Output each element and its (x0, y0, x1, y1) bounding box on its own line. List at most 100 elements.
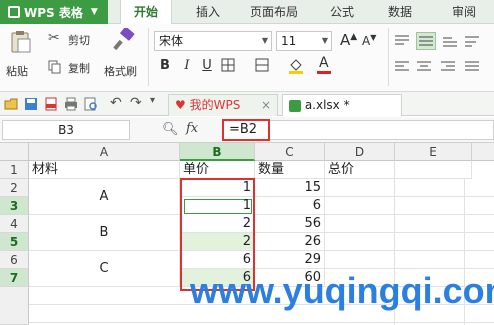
name-box[interactable]: B3 (2, 120, 130, 140)
font-color-button[interactable]: A (316, 55, 334, 75)
paste-icon (11, 31, 31, 53)
redo-button[interactable]: ↷ (130, 95, 142, 111)
cut-button[interactable]: ✂ 剪切 (48, 30, 100, 48)
justify-icon (465, 61, 479, 71)
align-left-icon (395, 61, 409, 71)
tab-page-layout[interactable]: 页面布局 (244, 0, 304, 24)
cell-e1[interactable] (395, 161, 472, 179)
format-painter-button[interactable]: 格式刷 (104, 28, 144, 80)
align-middle-icon (419, 36, 433, 46)
bold-button[interactable]: B (156, 57, 174, 75)
wps-spreadsheet-window: WPS 表格 ▼ 开始 插入 页面布局 公式 数据 审阅 粘贴 ✂ 剪切 复制 … (0, 0, 494, 325)
column-header-b[interactable]: B (180, 143, 255, 161)
increase-arrow-icon: ▲ (350, 32, 358, 42)
column-header-d[interactable]: D (325, 143, 395, 161)
spreadsheet-file-icon (289, 99, 301, 112)
cell-c5[interactable]: 26 (255, 233, 325, 251)
open-folder-button[interactable] (4, 97, 18, 111)
cell-d1[interactable]: 总价 (325, 161, 395, 179)
tab-insert[interactable]: 插入 (186, 0, 230, 24)
paste-label: 粘贴 (6, 65, 28, 78)
tab-review[interactable]: 审阅 (442, 0, 486, 24)
cell-a4-merged[interactable]: B (29, 215, 180, 251)
folder-icon (4, 98, 18, 110)
tab-data[interactable]: 数据 (380, 0, 420, 24)
cell-b1[interactable]: 单价 (180, 161, 255, 179)
row-header-1[interactable]: 1 (0, 161, 29, 179)
fill-color-button[interactable] (288, 57, 306, 75)
tab-formulas[interactable]: 公式 (322, 0, 362, 24)
shrink-font-button[interactable]: A▼ (362, 33, 376, 48)
brush-icon (113, 28, 135, 51)
align-center-icon (417, 61, 431, 71)
cell-c2[interactable]: 15 (255, 179, 325, 197)
align-center-button[interactable] (416, 60, 432, 74)
row-header-7[interactable]: 7 (0, 269, 29, 287)
zoom-icon[interactable]: 🔍︎ (162, 122, 179, 137)
merge-cells-icon (255, 58, 269, 72)
cell-c4[interactable]: 56 (255, 215, 325, 233)
cell-a2-merged[interactable]: A (29, 179, 180, 215)
cell-a1[interactable]: 材料 (29, 161, 180, 179)
wps-heart-icon: ♥ (175, 98, 186, 112)
align-right-button[interactable] (440, 60, 456, 74)
align-bottom-button[interactable] (442, 34, 458, 48)
row-header-4[interactable]: 4 (0, 215, 29, 233)
formula-highlight-box (222, 119, 270, 141)
justify-button[interactable] (464, 60, 480, 74)
ribbon-divider (148, 28, 149, 86)
cell-c1[interactable]: 数量 (255, 161, 325, 179)
cell-c3[interactable]: 6 (255, 197, 325, 215)
tab-file-label: a.xlsx * (304, 98, 350, 112)
align-right-icon (441, 61, 455, 71)
chevron-down-icon: ▼ (90, 7, 98, 17)
ribbon-divider (388, 28, 389, 86)
format-painter-label: 格式刷 (104, 65, 137, 78)
align-middle-button[interactable] (416, 32, 436, 50)
print-button[interactable] (64, 97, 78, 111)
paste-button[interactable]: 粘贴 (6, 30, 36, 80)
print-preview-button[interactable] (84, 97, 98, 111)
borders-button[interactable] (220, 57, 238, 75)
undo-icon: ↶ (110, 95, 122, 111)
tab-file-a-xlsx[interactable]: a.xlsx * (282, 94, 402, 116)
cut-label: 剪切 (68, 34, 90, 47)
font-name-select[interactable]: 宋体 ▼ (154, 31, 272, 51)
undo-button[interactable]: ↶ (110, 95, 122, 111)
align-top-icon (395, 35, 409, 45)
merge-cells-button[interactable] (254, 57, 272, 75)
insert-function-button[interactable]: fx (186, 121, 198, 136)
wrap-text-button[interactable] (464, 34, 480, 48)
tab-my-wps[interactable]: ♥ 我的WPS × (168, 94, 278, 116)
row-header-5[interactable]: 5 (0, 233, 29, 251)
copy-icon (48, 60, 61, 74)
grow-font-button[interactable]: A▲ (340, 31, 357, 49)
column-header-e[interactable]: E (395, 143, 472, 161)
row-header-2[interactable]: 2 (0, 179, 29, 197)
copy-button[interactable]: 复制 (48, 58, 100, 76)
underline-button[interactable]: U (198, 57, 216, 75)
column-header-overflow (472, 143, 494, 161)
row-header-6[interactable]: 6 (0, 251, 29, 269)
italic-button[interactable]: I (178, 57, 196, 75)
tab-home[interactable]: 开始 (120, 0, 172, 24)
column-header-a[interactable]: A (29, 143, 180, 161)
wps-logo-icon (8, 6, 20, 18)
align-left-button[interactable] (394, 60, 410, 74)
pdf-icon (45, 97, 57, 111)
row-header-3[interactable]: 3 (0, 197, 29, 215)
save-button[interactable] (24, 97, 38, 111)
select-all-corner[interactable] (0, 143, 29, 161)
chevron-down-icon: ▼ (321, 36, 328, 45)
print-icon (65, 97, 77, 111)
save-icon (25, 98, 37, 110)
close-icon[interactable]: × (261, 95, 271, 115)
app-menu-button[interactable]: WPS 表格 ▼ (0, 0, 108, 24)
font-size-select[interactable]: 11 ▼ (276, 31, 332, 51)
customize-quick-access-button[interactable]: ▾ (150, 95, 155, 106)
cell-a6-merged[interactable]: C (29, 251, 180, 287)
align-top-button[interactable] (394, 34, 410, 48)
cell-c6[interactable]: 29 (255, 251, 325, 269)
export-pdf-button[interactable] (44, 97, 58, 111)
column-header-c[interactable]: C (255, 143, 325, 161)
